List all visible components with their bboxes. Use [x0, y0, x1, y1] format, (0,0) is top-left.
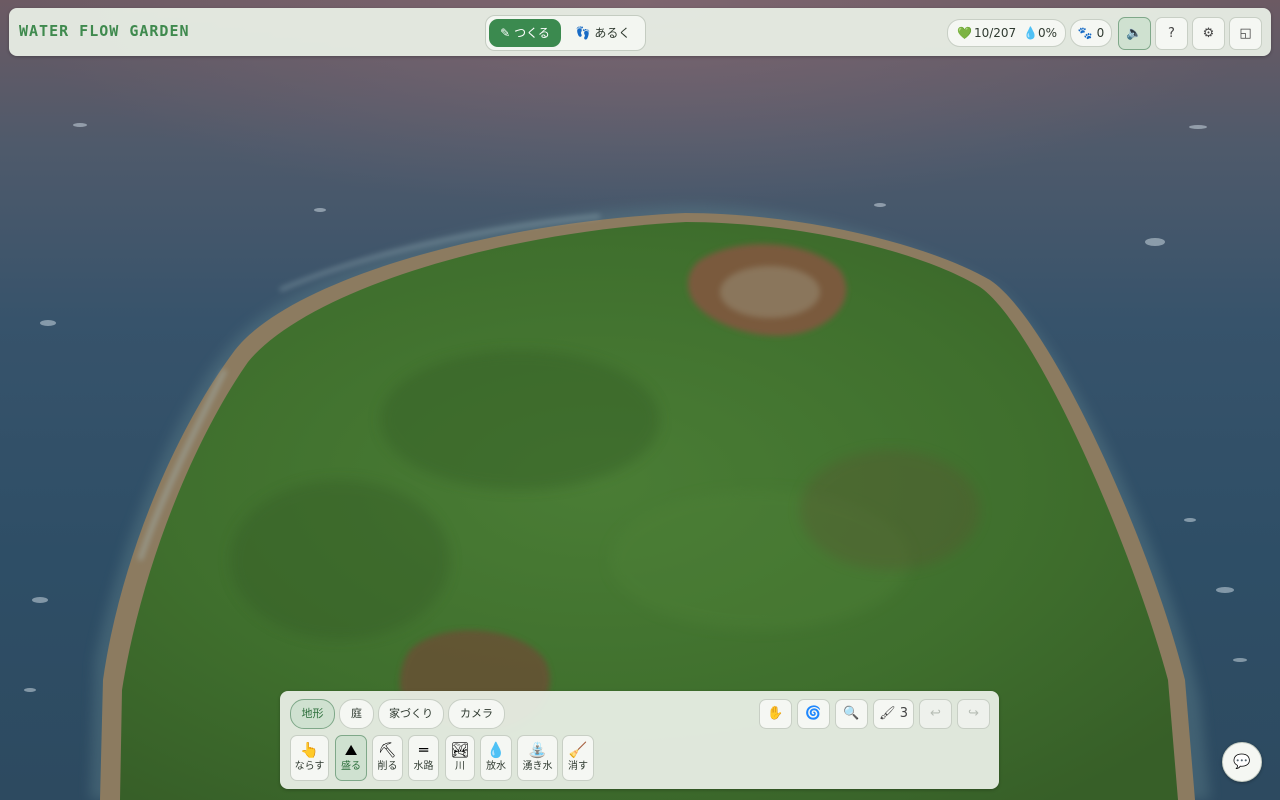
tool-erase[interactable]: 🧹 消す [562, 735, 594, 781]
plant-count: 10/207 [973, 26, 1017, 40]
paw-counter[interactable]: 🐾 0 [1070, 19, 1112, 47]
channel-icon: ═ [418, 741, 429, 759]
sound-button[interactable]: 🔈 [1118, 17, 1151, 50]
settings-button[interactable]: ⚙ [1192, 17, 1225, 50]
tab-house[interactable]: 家づくり [378, 699, 444, 729]
undo-button[interactable]: ↩ [919, 699, 952, 729]
stats-pill[interactable]: 💚 10/207 💧0% [947, 19, 1066, 47]
tab-terrain-label: 地形 [301, 707, 324, 720]
pencil-icon: ✎ [500, 26, 511, 40]
tool-river[interactable]: 🏞 川 [445, 735, 475, 781]
pan-button[interactable]: ✋ [759, 699, 792, 729]
tool-flatten-label: ならす [294, 761, 325, 772]
tool-raise[interactable]: ⛰ 盛る [335, 735, 367, 781]
mode-build-label: つくる [514, 26, 550, 40]
tab-terrain[interactable]: 地形 [290, 699, 335, 729]
tab-camera-label: カメラ [460, 707, 493, 720]
tool-river-label: 川 [455, 761, 465, 772]
redo-icon: ↪ [968, 706, 979, 721]
zoom-button[interactable]: 🔍 [835, 699, 868, 729]
redo-button[interactable]: ↪ [957, 699, 990, 729]
water-percent: 0% [1037, 26, 1057, 40]
tool-spring[interactable]: ⛲ 湧き水 [517, 735, 558, 781]
pickaxe-icon: ⛏ [377, 741, 398, 759]
chat-bubble-icon: 💬 [1233, 754, 1251, 770]
paw-icon: 🐾 [1077, 26, 1093, 40]
island-terrain[interactable] [0, 0, 1280, 800]
tab-house-label: 家づくり [389, 707, 433, 720]
footprints-icon: 👣 [575, 26, 591, 40]
help-icon: ? [1168, 26, 1175, 41]
speaker-icon: 🔈 [1126, 26, 1143, 41]
tool-dig-label: 削る [377, 761, 398, 772]
window-button[interactable]: ◱ [1229, 17, 1262, 50]
mode-walk-button[interactable]: 👣 あるく [566, 19, 640, 47]
tool-channel[interactable]: ═ 水路 [408, 735, 439, 781]
water-drop-icon: 💧 [486, 741, 506, 759]
tool-panel: 地形 庭 家づくり カメラ ✋ 🌀 🔍 🖌 3 ↩ ↪ 👆 ならす ⛰ 盛る ⛏ 削る… [280, 691, 999, 789]
river-icon: 🏞 [450, 741, 470, 759]
tool-water-label: 放水 [486, 761, 506, 772]
tool-water[interactable]: 💧 放水 [480, 735, 512, 781]
mountain-icon: ⛰ [344, 741, 358, 759]
tool-channel-label: 水路 [413, 761, 434, 772]
heart-icon: 💚 [957, 26, 972, 40]
mode-build-button[interactable]: ✎ つくる [489, 19, 561, 47]
mode-switch: ✎ つくる 👣 あるく [485, 15, 646, 51]
brush-size: 3 [899, 706, 908, 721]
tool-erase-label: 消す [568, 761, 588, 772]
paw-count: 0 [1096, 26, 1105, 40]
top-bar: WATER FLOW GARDEN ✎ つくる 👣 あるく 💚 10/207 💧0… [9, 8, 1271, 56]
brush-size-button[interactable]: 🖌 3 [873, 699, 914, 729]
gear-icon: ⚙ [1202, 26, 1215, 41]
pointing-hand-icon: 👆 [300, 741, 319, 759]
brush-icon: 🖌 [879, 706, 896, 721]
help-button[interactable]: ? [1155, 17, 1188, 50]
tab-camera[interactable]: カメラ [448, 699, 505, 729]
app-title: WATER FLOW GARDEN [19, 22, 190, 40]
tool-raise-label: 盛る [341, 761, 361, 772]
fountain-icon: ⛲ [528, 741, 547, 759]
tab-garden-label: 庭 [351, 707, 362, 720]
tool-flatten[interactable]: 👆 ならす [290, 735, 329, 781]
tool-spring-label: 湧き水 [522, 761, 553, 772]
chat-button[interactable]: 💬 [1222, 742, 1262, 782]
hand-icon: ✋ [767, 706, 784, 721]
broom-icon: 🧹 [568, 741, 588, 759]
magnifier-icon: 🔍 [843, 706, 860, 721]
tool-dig[interactable]: ⛏ 削る [372, 735, 403, 781]
rotate-button[interactable]: 🌀 [797, 699, 830, 729]
undo-icon: ↩ [930, 706, 941, 721]
water-drop-icon: 💧 [1023, 26, 1038, 40]
tab-garden[interactable]: 庭 [339, 699, 374, 729]
swirl-icon: 🌀 [805, 706, 822, 721]
window-icon: ◱ [1239, 26, 1252, 41]
mode-walk-label: あるく [594, 26, 631, 40]
